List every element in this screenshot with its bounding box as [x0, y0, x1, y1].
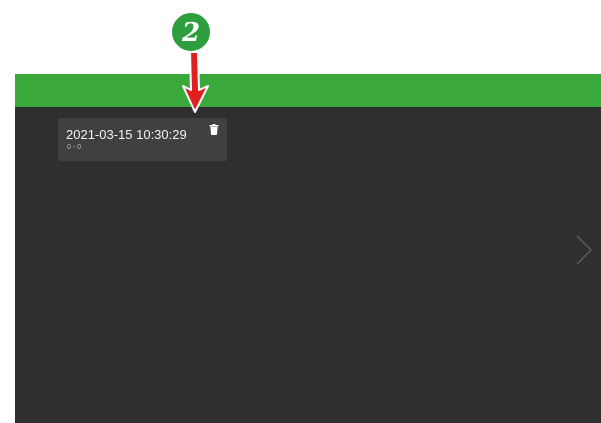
app-content-area: 2021-03-15 10:30:29 0 - 0	[15, 74, 601, 423]
record-title: 2021-03-15 10:30:29	[66, 127, 187, 142]
screenshot-page: 2021-03-15 10:30:29 0 - 0 2	[0, 0, 601, 423]
record-card[interactable]: 2021-03-15 10:30:29 0 - 0	[58, 118, 227, 161]
step-number: 2	[181, 18, 200, 48]
record-subtitle: 0 - 0	[67, 144, 82, 151]
step-number-badge: 2	[170, 11, 212, 53]
arrow-down-icon	[182, 51, 209, 113]
chevron-right-icon[interactable]	[575, 234, 593, 266]
header-bar	[15, 74, 601, 107]
trash-icon[interactable]	[209, 124, 219, 135]
